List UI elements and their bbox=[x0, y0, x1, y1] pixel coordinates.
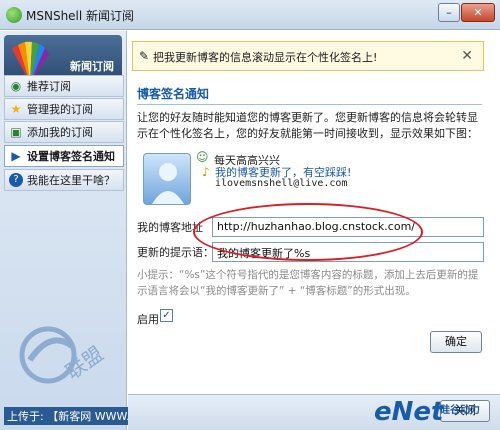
preview-email: ilovemsnshell@live.com bbox=[215, 178, 348, 189]
sidebar-logo-text: 新闻订阅 bbox=[70, 60, 114, 73]
svg-text:联盟: 联盟 bbox=[61, 341, 108, 384]
sidebar-item-label: 管理我的订阅 bbox=[27, 103, 93, 116]
section-divider bbox=[137, 104, 482, 105]
section-title: 博客签名通知 bbox=[137, 87, 210, 101]
sidebar-item-label: 添加我的订阅 bbox=[27, 126, 93, 139]
sidebar-item-blog-signature[interactable]: ▶ 设置博客签名通知 bbox=[4, 145, 124, 167]
sidebar-item-label: 推荐订阅 bbox=[27, 80, 71, 93]
color-fan-icon bbox=[12, 41, 49, 79]
sidebar-item-add[interactable]: ▣ 添加我的订阅 bbox=[4, 121, 124, 143]
sidebar-item-label: 我能在这里干啥？ bbox=[27, 174, 115, 187]
avatar bbox=[143, 153, 191, 205]
sidebar-item-recommend[interactable]: ◉ 推荐订阅 bbox=[4, 75, 124, 97]
info-bar: ✎ 把我更新博客的信息滚动显示在个性化签名上! ✕ bbox=[132, 41, 484, 71]
sidebar-item-help[interactable]: ? 我能在这里干啥？ bbox=[4, 169, 124, 191]
sidebar-item-manage[interactable]: ★ 管理我的订阅 bbox=[4, 98, 124, 120]
arrow-icon: ▶ bbox=[11, 149, 21, 163]
info-bar-close-icon[interactable]: ✕ bbox=[461, 48, 473, 64]
enet-watermark: eNet bbox=[374, 397, 444, 427]
enable-label: 启用 bbox=[137, 313, 159, 326]
watermark-logo: 联盟 bbox=[19, 326, 108, 384]
section-description: 让您的好友随时能知道您的博客更新了。您更新博客的信息将会轮转显示在个性化签名上，… bbox=[137, 111, 478, 140]
person-silhouette-icon bbox=[152, 163, 184, 204]
msn-status-icon: ☺ bbox=[196, 150, 209, 164]
tip-input[interactable]: 我的博客更新了%s bbox=[212, 242, 484, 262]
music-note-icon: ♪ bbox=[202, 165, 210, 179]
blog-url-label: 我的博客地址 bbox=[137, 221, 203, 234]
add-feed-icon: ▣ bbox=[10, 125, 22, 139]
msnshell-app-icon bbox=[6, 7, 22, 23]
tip-label: 更新的提示语： bbox=[137, 246, 214, 259]
enable-checkbox[interactable]: ✓ bbox=[160, 309, 173, 322]
enet-watermark-cn: 硅谷动力 bbox=[440, 405, 480, 416]
sidebar-item-label: 设置博客签名通知 bbox=[27, 150, 115, 163]
hint-text: 小提示：“%s”这个符号指代的是您博客内容的标题，添加上去后更新的提示语言将会以… bbox=[137, 269, 479, 297]
window-title: MSNShell 新闻订阅 bbox=[26, 9, 135, 23]
pencil-icon: ✎ bbox=[139, 49, 150, 63]
title-bar: MSNShell 新闻订阅 – ✕ bbox=[0, 0, 500, 30]
ok-button[interactable]: 确定 bbox=[430, 331, 482, 353]
blog-url-input[interactable]: http://huzhanhao.blog.cnstock.com/ bbox=[212, 217, 484, 237]
help-icon: ? bbox=[9, 173, 23, 187]
recommend-icon: ◉ bbox=[10, 79, 22, 93]
star-icon: ★ bbox=[10, 102, 22, 116]
close-window-button[interactable]: ✕ bbox=[461, 3, 495, 22]
minimize-button[interactable]: – bbox=[438, 3, 460, 22]
info-bar-text: 把我更新博客的信息滚动显示在个性化签名上! bbox=[153, 51, 378, 64]
sidebar-logo: 新闻订阅 bbox=[4, 35, 122, 79]
